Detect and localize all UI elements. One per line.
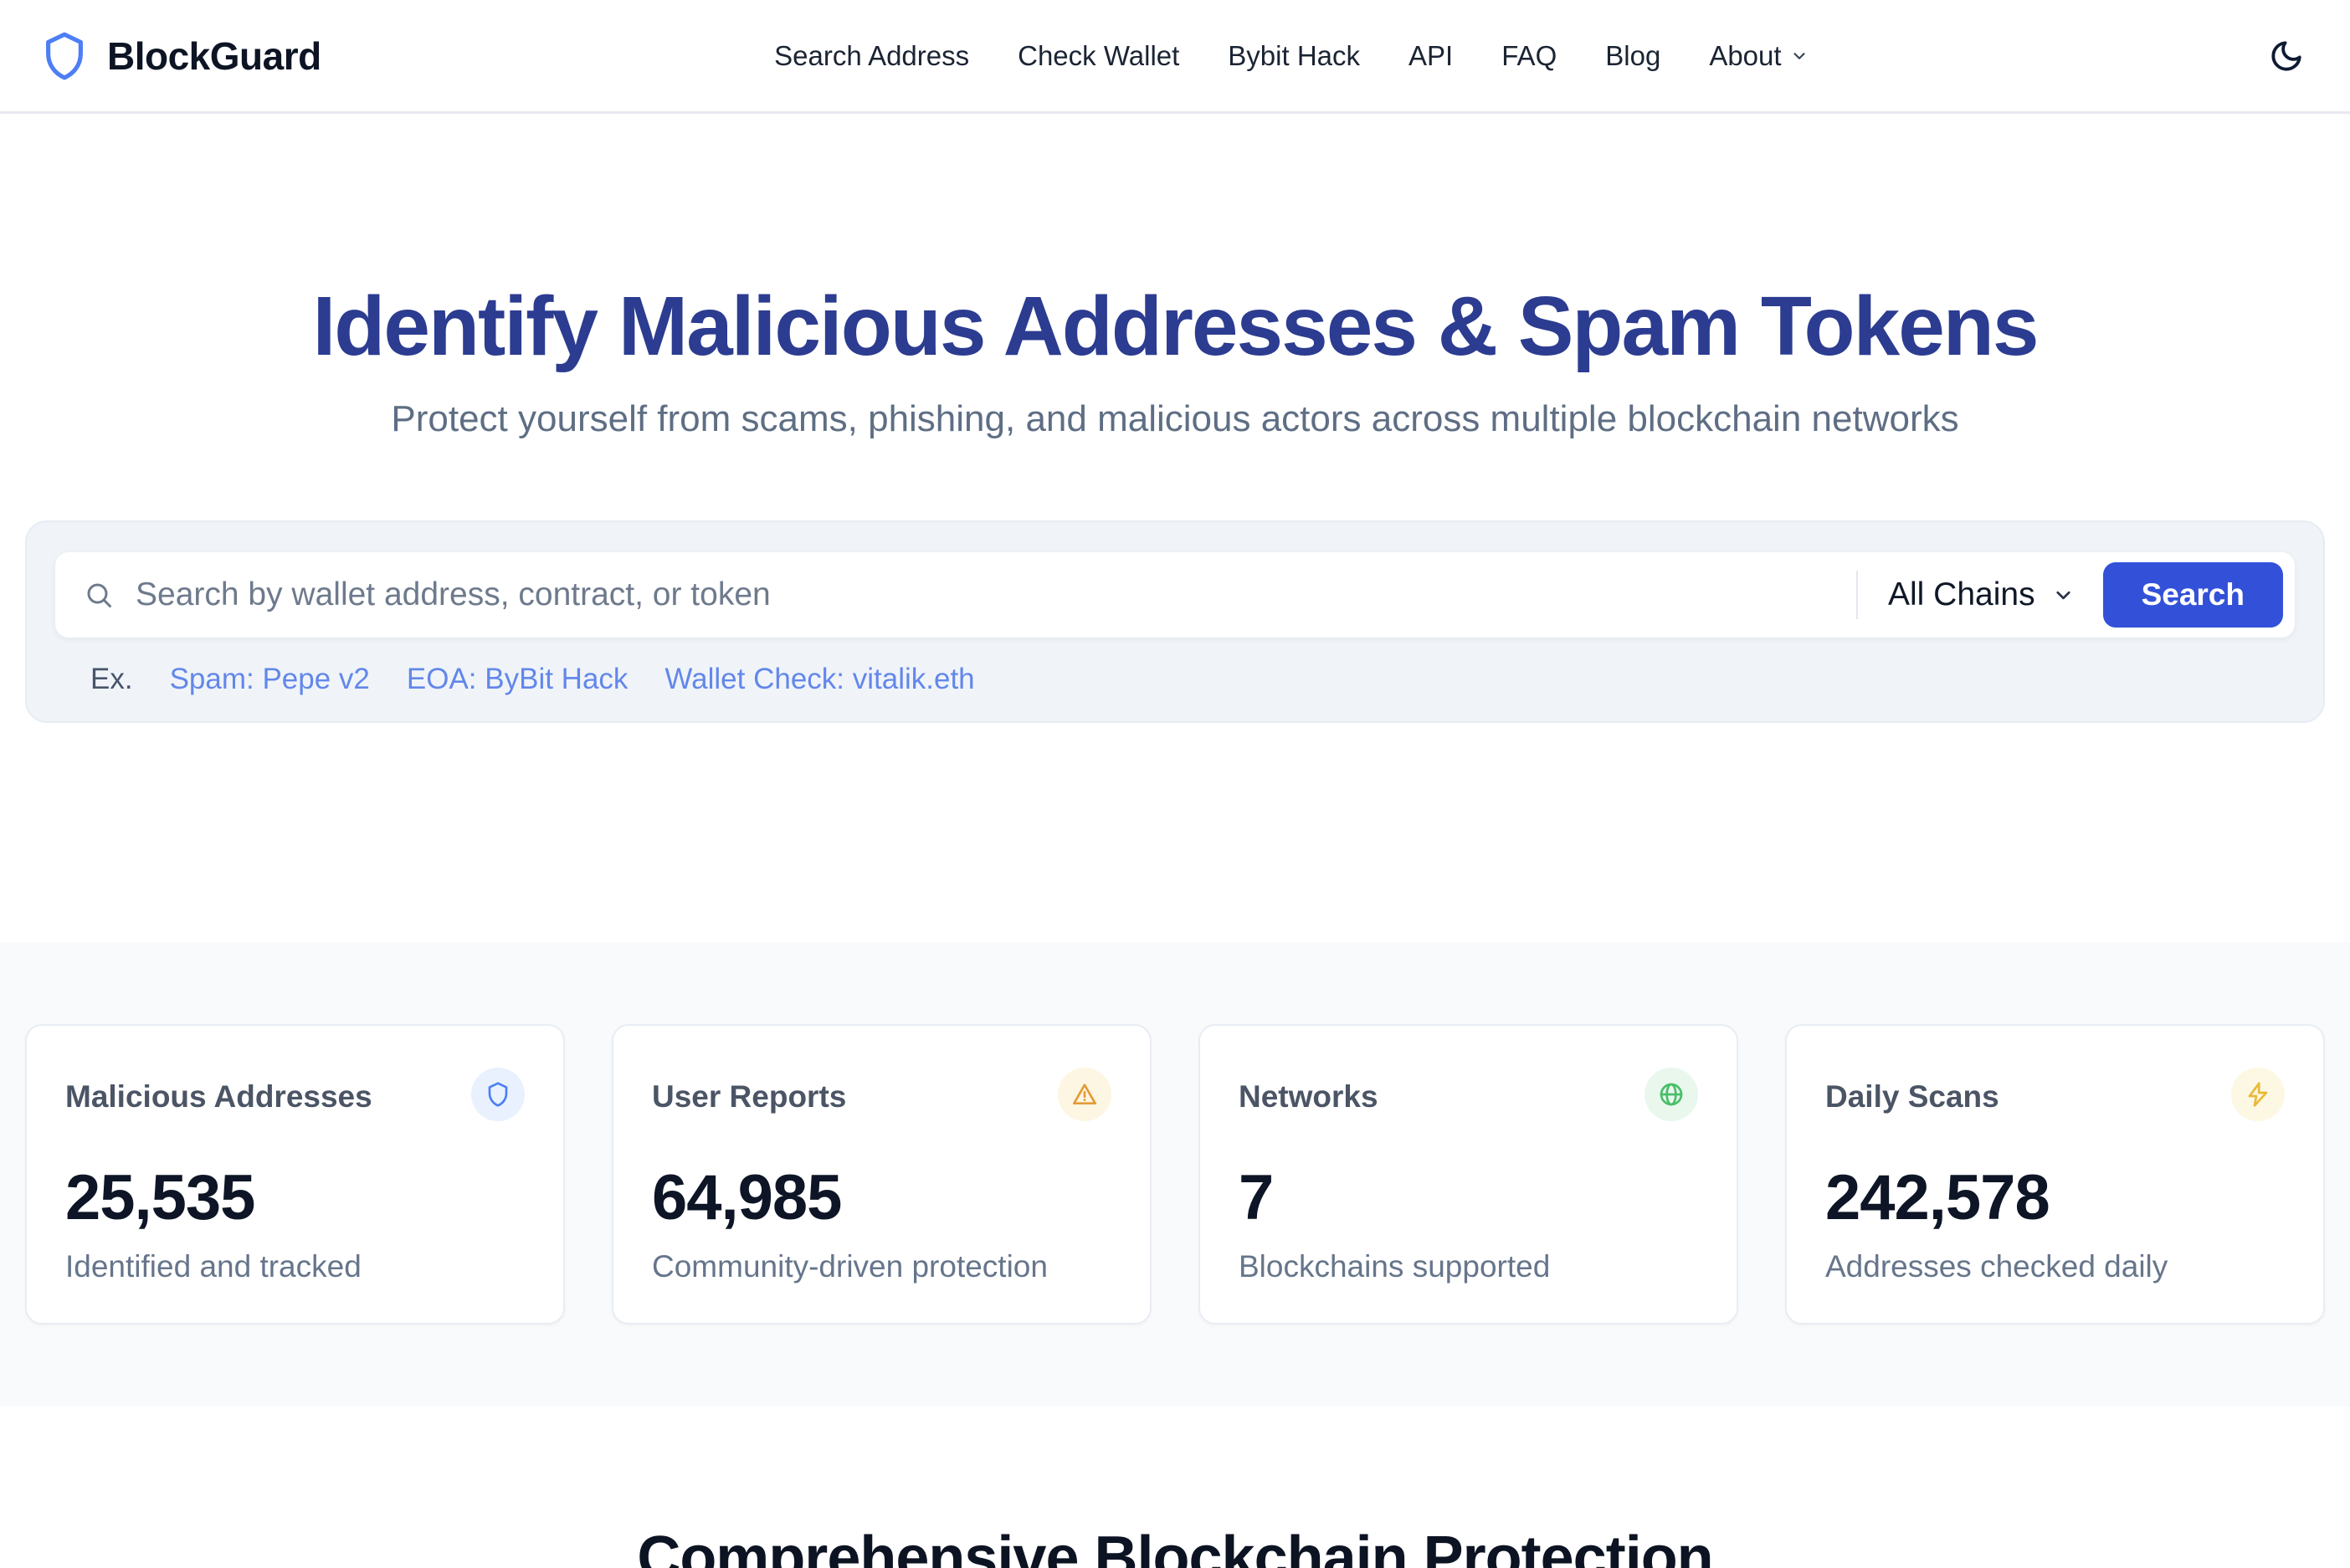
stat-label: User Reports (652, 1068, 846, 1115)
shield-logo-icon (38, 30, 90, 82)
stat-label: Malicious Addresses (65, 1068, 372, 1115)
nav-item-bybit-hack[interactable]: Bybit Hack (1228, 40, 1360, 72)
example-link-eoa-bybit[interactable]: EOA: ByBit Hack (407, 663, 629, 696)
stats-section: Malicious Addresses 25,535 Identified an… (0, 942, 2350, 1407)
main-nav: Search Address Check Wallet Bybit Hack A… (321, 40, 2261, 72)
search-bar: All Chains Search (55, 552, 2295, 638)
stat-value: 7 (1239, 1161, 1698, 1234)
stat-card-networks: Networks 7 Blockchains supported (1198, 1024, 1738, 1325)
search-icon (84, 580, 114, 610)
stat-card-daily-scans: Daily Scans 242,578 Addresses checked da… (1785, 1024, 2325, 1325)
search-button[interactable]: Search (2103, 562, 2283, 628)
nav-item-search-address[interactable]: Search Address (774, 40, 969, 72)
stat-label: Daily Scans (1825, 1068, 1999, 1115)
chevron-down-icon (1790, 47, 1809, 65)
search-input[interactable] (136, 576, 1856, 613)
nav-item-about[interactable]: About (1709, 40, 1808, 72)
examples-prefix: Ex. (90, 663, 133, 696)
stat-caption: Community-driven protection (652, 1249, 1111, 1284)
stat-card-malicious-addresses: Malicious Addresses 25,535 Identified an… (25, 1024, 565, 1325)
nav-item-check-wallet[interactable]: Check Wallet (1018, 40, 1179, 72)
stat-value: 25,535 (65, 1161, 525, 1234)
nav-item-api[interactable]: API (1408, 40, 1453, 72)
stat-value: 242,578 (1825, 1161, 2285, 1234)
moon-icon (2269, 38, 2304, 74)
stat-value: 64,985 (652, 1161, 1111, 1234)
page-title: Identify Malicious Addresses & Spam Toke… (0, 281, 2350, 372)
stat-caption: Identified and tracked (65, 1249, 525, 1284)
globe-icon (1644, 1068, 1698, 1121)
stat-caption: Addresses checked daily (1825, 1249, 2285, 1284)
chain-select-dropdown[interactable]: All Chains (1858, 576, 2103, 613)
example-link-spam-pepe[interactable]: Spam: Pepe v2 (170, 663, 370, 696)
nav-item-blog[interactable]: Blog (1605, 40, 1660, 72)
top-nav-bar: BlockGuard Search Address Check Wallet B… (0, 0, 2350, 114)
page-subtitle: Protect yourself from scams, phishing, a… (0, 398, 2350, 440)
stat-card-user-reports: User Reports 64,985 Community-driven pro… (612, 1024, 1152, 1325)
shield-icon (471, 1068, 525, 1121)
chain-select-value: All Chains (1888, 576, 2035, 613)
search-panel: All Chains Search Ex. Spam: Pepe v2 EOA:… (25, 520, 2325, 723)
theme-toggle-button[interactable] (2261, 31, 2312, 81)
brand-name: BlockGuard (107, 33, 321, 79)
brand-logo[interactable]: BlockGuard (38, 30, 321, 82)
chevron-down-icon (2052, 584, 2075, 607)
stat-label: Networks (1239, 1068, 1378, 1115)
stat-caption: Blockchains supported (1239, 1249, 1698, 1284)
section-heading: Comprehensive Blockchain Protection (0, 1524, 2350, 1568)
lightning-icon (2231, 1068, 2285, 1121)
example-link-wallet-vitalik[interactable]: Wallet Check: vitalik.eth (664, 663, 974, 696)
hero-section: Identify Malicious Addresses & Spam Toke… (0, 114, 2350, 440)
search-examples: Ex. Spam: Pepe v2 EOA: ByBit Hack Wallet… (55, 663, 2295, 696)
nav-item-faq[interactable]: FAQ (1501, 40, 1557, 72)
warning-icon (1058, 1068, 1111, 1121)
